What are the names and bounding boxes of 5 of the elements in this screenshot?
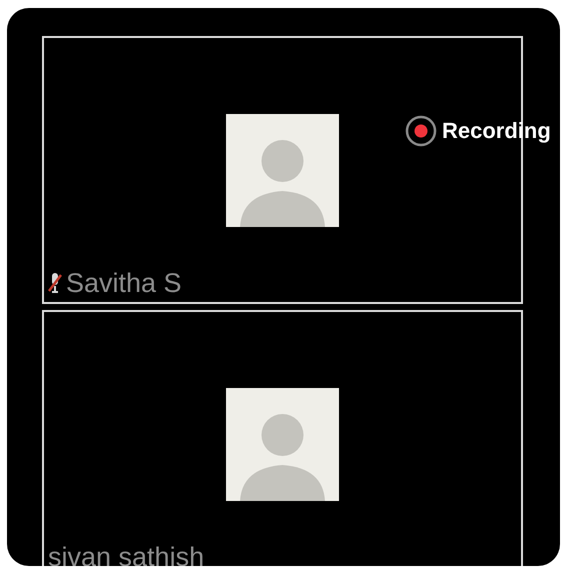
participant-name: sivan sathish: [48, 542, 204, 566]
recording-indicator-icon: [405, 115, 437, 147]
participant-name: Savitha S: [66, 268, 182, 298]
avatar-placeholder-icon: [226, 388, 339, 501]
avatar-placeholder-icon: [226, 114, 339, 227]
